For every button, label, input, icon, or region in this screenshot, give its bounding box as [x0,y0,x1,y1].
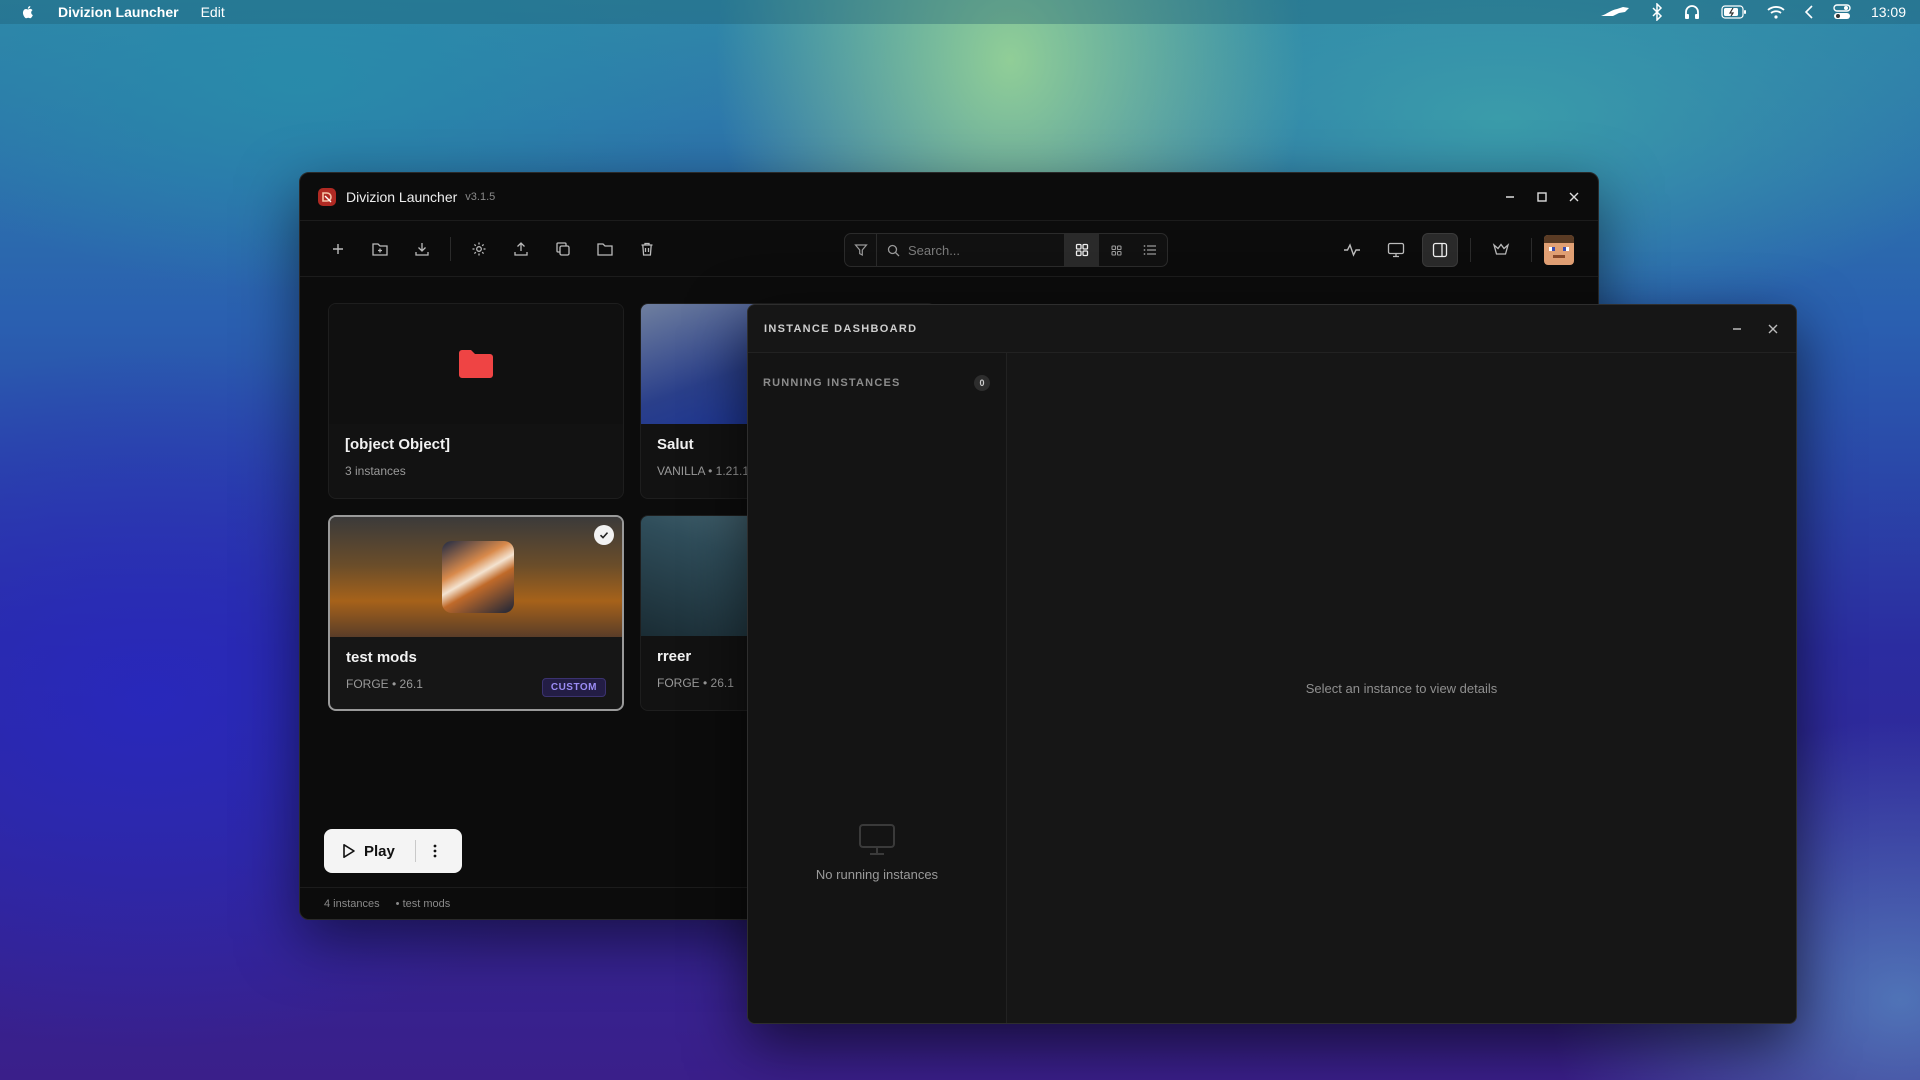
filter-icon[interactable] [845,234,877,266]
instance-detail-panel: Select an instance to view details [1007,353,1796,1023]
instance-meta: FORGE • 26.1 [346,677,423,691]
play-label: Play [364,842,395,860]
instance-name: [object Object] [345,436,451,453]
search-input[interactable] [908,242,1048,258]
instance-name: test mods [346,649,417,666]
instance-count: 4 instances [324,897,380,910]
minimize-icon[interactable] [1504,191,1516,203]
custom-badge: CUSTOM [541,678,606,697]
detail-placeholder: Select an instance to view details [1305,680,1498,696]
grid-view-icon[interactable] [1065,234,1099,266]
selected-check-icon [594,525,614,545]
folder-icon [459,350,493,378]
close-icon[interactable] [1568,191,1580,203]
search-icon [887,244,900,257]
close-icon[interactable] [1766,322,1780,336]
instance-meta: FORGE • 26.1 [657,676,734,690]
chevron-left-icon[interactable] [1804,5,1813,19]
app-version: v3.1.5 [465,190,496,203]
avatar[interactable] [1544,235,1574,265]
battery-icon[interactable] [1721,5,1747,19]
export-button[interactable] [507,235,535,263]
folder-card[interactable]: [object Object] 3 instances [328,303,624,499]
toolbar [300,221,1598,277]
maximize-icon[interactable] [1536,191,1548,203]
search-bar [844,233,1168,267]
instance-name: Salut [657,436,694,453]
running-instances-label: RUNNING INSTANCES [763,377,901,389]
instance-name: rreer [657,648,692,665]
instance-icon [442,541,514,613]
monitor-icon [748,823,1006,857]
instance-dashboard: INSTANCE DASHBOARD RUNNING INSTANCES 0 N… [747,304,1797,1024]
open-folder-button[interactable] [591,235,619,263]
store-icon[interactable] [1483,233,1519,267]
play-button[interactable]: Play [324,829,395,873]
monitor-icon[interactable] [1378,233,1414,267]
play-split-button: Play [324,829,462,873]
instance-card-selected[interactable]: test mods FORGE • 26.1 CUSTOM [328,515,624,711]
toolbar-separator [1470,238,1471,262]
wifi-icon[interactable] [1767,5,1785,19]
toolbar-separator [450,236,451,261]
menu-clock[interactable]: 13:09 [1871,4,1906,20]
toolbar-separator [1531,238,1532,262]
more-options-icon[interactable] [416,829,454,873]
running-count-badge: 0 [974,375,990,391]
menu-edit[interactable]: Edit [201,4,225,20]
dashboard-header: INSTANCE DASHBOARD [748,305,1796,353]
play-icon [343,844,355,858]
control-center-icon[interactable] [1833,4,1851,20]
menu-bar: Divizion Launcher Edit 13:09 [0,0,1920,24]
instance-meta: 3 instances [345,464,406,478]
cloud-sync-icon[interactable] [1599,4,1631,20]
card-thumbnail [330,517,622,637]
card-thumbnail [329,304,623,424]
selected-instance: • test mods [395,897,451,910]
new-folder-button[interactable] [366,235,394,263]
headphones-icon[interactable] [1683,3,1701,21]
minimize-icon[interactable] [1730,322,1744,336]
empty-state-text: No running instances [815,867,939,882]
window-title: Divizion Launcher [346,188,458,205]
instance-meta: VANILLA • 1.21.10 [657,464,756,478]
app-logo-icon [318,187,336,206]
apple-icon[interactable] [20,4,36,20]
running-instances-panel: RUNNING INSTANCES 0 No running instances [748,353,1007,1023]
add-instance-button[interactable] [324,235,352,263]
dashboard-title: INSTANCE DASHBOARD [764,322,918,335]
empty-state: No running instances [748,823,1006,882]
menu-app-name[interactable]: Divizion Launcher [58,4,179,20]
sidebar-toggle-icon[interactable] [1422,233,1458,267]
import-button[interactable] [408,235,436,263]
activity-icon[interactable] [1334,233,1370,267]
list-view-icon[interactable] [1133,234,1167,266]
title-bar: Divizion Launcher v3.1.5 [300,173,1598,221]
settings-button[interactable] [465,235,493,263]
bluetooth-icon[interactable] [1651,3,1663,21]
duplicate-button[interactable] [549,235,577,263]
compact-grid-view-icon[interactable] [1099,234,1133,266]
delete-button[interactable] [633,235,661,263]
